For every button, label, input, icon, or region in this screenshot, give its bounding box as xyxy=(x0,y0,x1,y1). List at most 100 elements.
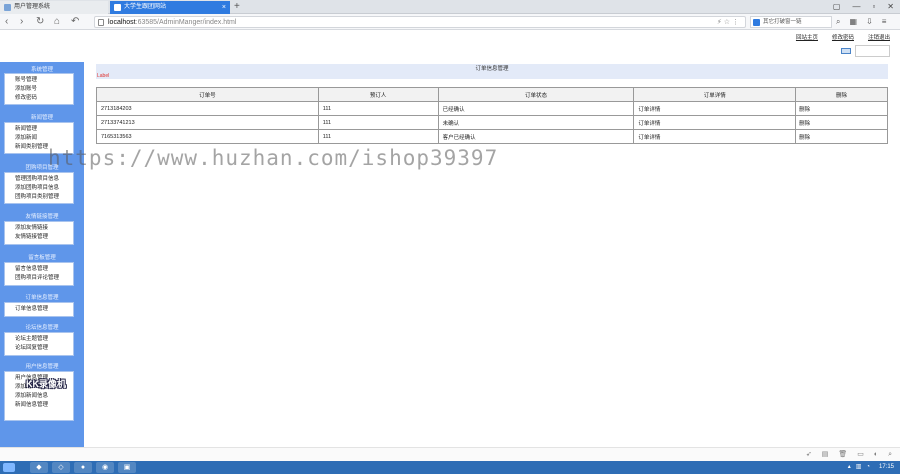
page-icon[interactable]: ▤ xyxy=(822,449,829,461)
window-close-icon[interactable]: ✕ xyxy=(887,0,894,14)
page-title: 订单信息管理 xyxy=(96,64,888,79)
table-header-row: 订单号 预订人 订单状态 订单详情 删除 xyxy=(96,87,888,102)
window-minimize-icon[interactable]: — xyxy=(852,0,860,14)
change-password-link[interactable]: 修改密码 xyxy=(832,33,854,41)
reload-icon[interactable]: ↻ xyxy=(36,16,44,28)
delete-link[interactable]: 删除 xyxy=(799,107,810,113)
back-icon[interactable]: ‹ xyxy=(5,16,8,28)
sidebar-section-title: 友情链接管理 xyxy=(25,214,59,220)
sidebar-item-message-manage[interactable]: 留言信息管理 xyxy=(5,265,73,274)
tab-close-icon[interactable]: × xyxy=(222,1,226,14)
sidebar-item-news-manage[interactable]: 新闻管理 xyxy=(5,125,73,134)
download-icon[interactable]: ⇩ xyxy=(866,16,873,28)
sidebar-item-news-info-manage[interactable]: 新闻信息管理 xyxy=(5,401,73,410)
new-tab-button[interactable]: + xyxy=(234,0,240,13)
sidebar: 系统管理 账号管理 添加账号 修改密码 新闻管理 新闻管理 添加新闻 新闻类别管… xyxy=(0,62,84,461)
header-links: 回站主页 修改密码 注销退出 xyxy=(796,33,890,41)
home-icon[interactable]: ⌂ xyxy=(54,16,60,28)
order-details-link[interactable]: 订单详情 xyxy=(638,135,660,141)
browser-tab-strip: 用户管理系统 大学生跟团网站 × + ▢ — ▫ ✕ xyxy=(0,0,900,14)
order-status: 已经确认 xyxy=(437,101,635,116)
window-maximize-icon[interactable]: ▫ xyxy=(872,0,875,14)
sidebar-section-orders: 订单信息管理 xyxy=(4,302,74,317)
sidebar-item-add-account[interactable]: 添加账号 xyxy=(5,85,73,94)
search-icon[interactable]: ⌕ xyxy=(836,16,840,28)
sidebar-item-link-manage[interactable]: 友情链接管理 xyxy=(5,233,73,242)
sidebar-item-account-manage[interactable]: 账号管理 xyxy=(5,76,73,85)
system-tray: ▴ ▥ ◔ xyxy=(848,463,870,472)
scroll-icon[interactable] xyxy=(841,48,851,54)
zoom-icon[interactable]: ⌕ xyxy=(888,449,892,461)
order-number: 2713184203 xyxy=(96,101,319,116)
column-header-booker: 预订人 xyxy=(317,87,439,102)
taskbar-app-icon[interactable]: ● xyxy=(74,462,92,473)
delete-link[interactable]: 删除 xyxy=(799,135,810,141)
tray-icon[interactable]: ▴ xyxy=(848,463,851,472)
sidebar-item-order-manage[interactable]: 订单信息管理 xyxy=(5,305,73,314)
table-row: 7165313563 111 客户已经确认 订单详情 删除 xyxy=(96,129,888,144)
window-icon[interactable]: ▭ xyxy=(857,449,864,461)
sidebar-item-group-buy-manage[interactable]: 管理团购项目信息 xyxy=(5,175,73,184)
sidebar-item-forum-reply[interactable]: 论坛回复管理 xyxy=(5,344,73,353)
sidebar-item-news-category[interactable]: 新闻类别管理 xyxy=(5,143,73,152)
sidebar-section-group-buy: 管理团购项目信息 添加团购项目信息 团购项目类别管理 xyxy=(4,172,74,204)
sidebar-item-group-buy-add[interactable]: 添加团购项目信息 xyxy=(5,184,73,193)
tab-user-admin[interactable]: 用户管理系统 xyxy=(0,1,108,14)
delete-link[interactable]: 删除 xyxy=(799,121,810,127)
start-button[interactable] xyxy=(3,463,15,472)
sidebar-item-add-news-info[interactable]: 添加新闻信息 xyxy=(5,392,73,401)
network-icon[interactable]: ▥ xyxy=(856,463,862,472)
apps-icon[interactable]: ▦ xyxy=(849,16,857,28)
sidebar-item-comment-manage[interactable]: 团购项目评论管理 xyxy=(5,274,73,283)
window-restore-icon[interactable]: ▢ xyxy=(833,0,841,14)
sidebar-item-user-manage[interactable]: 用户信息管理 xyxy=(5,374,73,383)
sidebar-section-system: 账号管理 添加账号 修改密码 xyxy=(4,73,74,105)
forward-icon[interactable]: › xyxy=(20,16,23,28)
sidebar-section-title: 订单信息管理 xyxy=(25,295,59,301)
taskbar-browser-icon[interactable]: ◉ xyxy=(96,462,114,473)
search-engine-icon xyxy=(753,19,760,26)
sidebar-section-title: 系统管理 xyxy=(30,67,53,73)
status-icons: ➶ ▤ 🗑 ▭ ◐ ⌕ xyxy=(806,449,892,461)
bookmark-star-icon[interactable]: ⚡ ☆ ⋮ xyxy=(717,17,739,28)
trash-icon[interactable]: 🗑 xyxy=(838,449,847,461)
rocket-icon[interactable]: ➶ xyxy=(806,449,812,461)
toolbar-icons: ⌕ ▦ ⇩ ≡ xyxy=(836,16,886,28)
order-number: 27133741213 xyxy=(96,115,319,130)
order-details-link[interactable]: 订单详情 xyxy=(638,107,660,113)
search-box[interactable]: 其它打破窗一链 xyxy=(750,16,832,28)
sidebar-section-forum: 论坛主题管理 论坛回复管理 xyxy=(4,332,74,356)
sidebar-item-add-user[interactable]: 添加用户信息 xyxy=(5,383,73,392)
order-status: 未确认 xyxy=(437,115,635,130)
sidebar-item-group-buy-category[interactable]: 团购项目类别管理 xyxy=(5,193,73,202)
page-icon xyxy=(4,4,11,11)
sidebar-item-add-link[interactable]: 添加友情链接 xyxy=(5,224,73,233)
logout-link[interactable]: 注销退出 xyxy=(868,33,890,41)
address-bar[interactable]: localhost:63585/AdminManger/index.html ⚡… xyxy=(94,16,746,28)
table-row: 27133741213 111 未确认 订单详情 删除 xyxy=(96,115,888,130)
taskbar-clock: 17:15 xyxy=(878,464,894,470)
table-row: 2713184203 111 已经确认 订单详情 删除 xyxy=(96,101,888,116)
sidebar-item-change-password[interactable]: 修改密码 xyxy=(5,94,73,103)
watermark-text: https://www.huzhan.com/ishop39397 xyxy=(48,146,499,170)
taskbar-app-icon[interactable]: ◇ xyxy=(52,462,70,473)
taskbar-app-icon[interactable]: ◆ xyxy=(30,462,48,473)
undo-icon[interactable]: ↶ xyxy=(71,16,79,28)
orders-table: 订单号 预订人 订单状态 订单详情 删除 2713184203 111 已经确认… xyxy=(96,87,888,144)
column-header-order-no: 订单号 xyxy=(96,87,319,102)
sidebar-item-forum-topic[interactable]: 论坛主题管理 xyxy=(5,335,73,344)
tab-group-buy-site[interactable]: 大学生跟团网站 × xyxy=(110,1,230,14)
volume-icon[interactable]: ◔ xyxy=(866,463,870,472)
taskbar-app-icon[interactable]: ▣ xyxy=(118,462,136,473)
tab-label: 大学生跟团网站 xyxy=(124,4,167,10)
menu-icon[interactable]: ≡ xyxy=(882,16,887,28)
tab-label: 用户管理系统 xyxy=(14,4,51,10)
sidebar-item-add-news[interactable]: 添加新闻 xyxy=(5,134,73,143)
order-details-link[interactable]: 订单详情 xyxy=(638,121,660,127)
sidebar-section-links: 添加友情链接 友情链接管理 xyxy=(4,221,74,245)
sidebar-section-title: 用户信息管理 xyxy=(25,364,59,370)
sidebar-section-news: 新闻管理 添加新闻 新闻类别管理 xyxy=(4,122,74,154)
home-link[interactable]: 回站主页 xyxy=(796,33,818,41)
sound-icon[interactable]: ◐ xyxy=(874,449,878,461)
column-header-delete: 删除 xyxy=(795,87,888,102)
